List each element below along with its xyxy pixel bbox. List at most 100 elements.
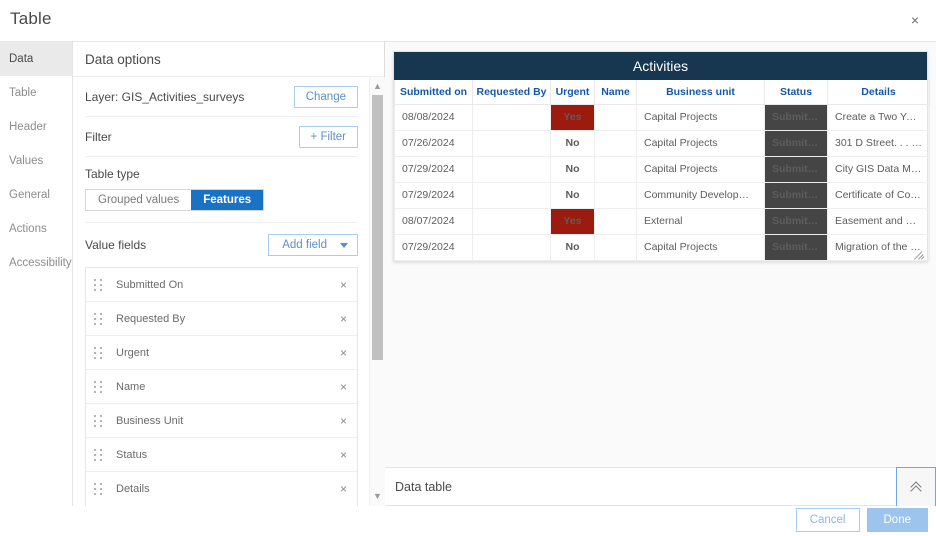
sidebar-item-accessibility[interactable]: Accessibility <box>0 246 72 280</box>
table-row[interactable]: 07/29/2024 No Community Development Subm… <box>394 181 930 209</box>
table-widget: Activities Submitted on Requested By Urg… <box>393 51 930 262</box>
sidebar-item-values[interactable]: Values <box>0 144 72 178</box>
table-row[interactable]: 08/07/2024 Yes External Submitted Easeme… <box>394 207 930 235</box>
scroll-up-icon[interactable]: ▲ <box>370 79 385 94</box>
status-badge: Submitted <box>764 103 828 131</box>
expand-data-table-button[interactable] <box>896 467 936 507</box>
table-row[interactable]: 08/08/2024 Yes Capital Projects Submitte… <box>394 103 930 131</box>
table-type-segmented-control: Grouped values Features <box>85 189 265 211</box>
widget-title: Activities <box>394 52 927 80</box>
cell-business-unit: Capital Projects <box>636 103 765 131</box>
list-item[interactable]: Requested By × <box>86 302 357 336</box>
cell-requested-by <box>472 207 551 235</box>
table-type-label: Table type <box>85 167 140 181</box>
column-header-details[interactable]: Details <box>827 80 930 105</box>
cell-submitted-on: 07/29/2024 <box>394 181 473 209</box>
cell-urgent: No <box>550 233 595 261</box>
sidebar-item-general[interactable]: General <box>0 178 72 212</box>
cell-submitted-on: 07/26/2024 <box>394 129 473 157</box>
done-button[interactable]: Done <box>866 508 928 532</box>
cell-business-unit: Capital Projects <box>636 155 765 183</box>
remove-field-icon[interactable]: × <box>334 414 347 428</box>
resize-handle[interactable] <box>914 248 925 260</box>
sidebar-item-header[interactable]: Header <box>0 110 72 144</box>
cell-details: Create a Two Yea… <box>827 103 930 131</box>
drag-handle-icon[interactable] <box>94 278 104 291</box>
value-fields-row: Value fields Add field <box>85 223 358 267</box>
column-header-requested-by[interactable]: Requested By <box>472 80 551 105</box>
cell-details: Certificate of Co… <box>827 181 930 209</box>
table-row[interactable]: 07/29/2024 No Capital Projects Submitted… <box>394 155 930 183</box>
field-label: Submitted On <box>116 278 184 291</box>
list-item[interactable]: Submitted On × <box>86 268 357 302</box>
column-header-business-unit[interactable]: Business unit <box>636 80 765 105</box>
cell-submitted-on: 07/29/2024 <box>394 233 473 261</box>
cell-business-unit: Capital Projects <box>636 129 765 157</box>
cell-submitted-on: 08/07/2024 <box>394 207 473 235</box>
data-table-bar: Data table <box>385 467 936 507</box>
table-type-features[interactable]: Features <box>191 190 264 210</box>
cell-business-unit: External <box>636 207 765 235</box>
status-badge: Submitted <box>764 207 828 235</box>
cell-business-unit: Capital Projects <box>636 233 765 261</box>
cell-requested-by <box>472 129 551 157</box>
drag-handle-icon[interactable] <box>94 448 104 461</box>
add-field-label: Add field <box>282 239 327 251</box>
cell-requested-by <box>472 233 551 261</box>
sidebar-item-table[interactable]: Table <box>0 76 72 110</box>
list-item[interactable]: Urgent × <box>86 336 357 370</box>
list-item[interactable]: Name × <box>86 370 357 404</box>
table-type-block: Table type Grouped values Features <box>85 157 358 223</box>
column-header-name[interactable]: Name <box>594 80 637 105</box>
add-field-button[interactable]: Add field <box>268 234 358 256</box>
table-row[interactable]: 07/29/2024 No Capital Projects Submitted… <box>394 233 930 261</box>
remove-field-icon[interactable]: × <box>334 448 347 462</box>
drag-handle-icon[interactable] <box>94 380 104 393</box>
change-layer-button[interactable]: Change <box>293 85 358 108</box>
filter-label: Filter <box>85 129 112 144</box>
drag-handle-icon[interactable] <box>94 483 104 495</box>
cancel-button[interactable]: Cancel <box>795 508 860 532</box>
close-icon[interactable]: × <box>906 11 924 29</box>
drag-handle-icon[interactable] <box>94 346 104 359</box>
data-options-content: Layer: GIS_Activities_surveys Change Fil… <box>73 77 370 506</box>
column-header-urgent[interactable]: Urgent <box>550 80 595 105</box>
list-item[interactable]: Status × <box>86 438 357 472</box>
layer-label: Layer: GIS_Activities_surveys <box>85 89 245 104</box>
table-row[interactable]: 07/26/2024 No Capital Projects Submitted… <box>394 129 930 157</box>
cell-urgent: No <box>550 129 595 157</box>
chevron-down-icon <box>340 242 348 248</box>
value-fields-label: Value fields <box>85 238 147 252</box>
column-header-submitted-on[interactable]: Submitted on <box>394 80 473 105</box>
table-header-row: Submitted on Requested By Urgent Name Bu… <box>394 80 930 105</box>
list-item[interactable]: Business Unit × <box>86 404 357 438</box>
cell-requested-by <box>472 103 551 131</box>
remove-field-icon[interactable]: × <box>334 380 347 394</box>
scroll-down-icon[interactable]: ▼ <box>370 489 385 504</box>
status-badge: Submitted <box>764 155 828 183</box>
cell-details: 301 D Street. . . . . . <box>827 129 930 157</box>
cell-name <box>594 233 637 261</box>
value-fields-list: Submitted On × Requested By × Urgent × N… <box>85 267 358 506</box>
drag-handle-icon[interactable] <box>94 414 104 427</box>
column-header-status[interactable]: Status <box>764 80 828 105</box>
sidebar-item-actions[interactable]: Actions <box>0 212 72 246</box>
field-label: Requested By <box>116 312 186 325</box>
remove-field-icon[interactable]: × <box>334 482 347 496</box>
options-scrollbar[interactable]: ▲ ▼ <box>369 77 384 506</box>
drag-handle-icon[interactable] <box>94 312 104 325</box>
remove-field-icon[interactable]: × <box>334 278 347 292</box>
field-label: Name <box>116 380 146 393</box>
table-type-grouped-values[interactable]: Grouped values <box>86 190 192 210</box>
add-filter-button[interactable]: + Filter <box>298 125 358 148</box>
sidebar-item-data[interactable]: Data <box>0 42 72 76</box>
scrollbar-thumb[interactable] <box>372 95 383 360</box>
remove-field-icon[interactable]: × <box>334 312 347 326</box>
data-options-body: Layer: GIS_Activities_surveys Change Fil… <box>73 77 385 506</box>
status-badge: Submitted <box>764 129 828 157</box>
list-item[interactable]: Details × <box>86 472 357 506</box>
remove-field-icon[interactable]: × <box>334 346 347 360</box>
cell-business-unit: Community Development <box>636 181 765 209</box>
status-badge: Submitted <box>764 233 828 261</box>
cell-submitted-on: 07/29/2024 <box>394 155 473 183</box>
